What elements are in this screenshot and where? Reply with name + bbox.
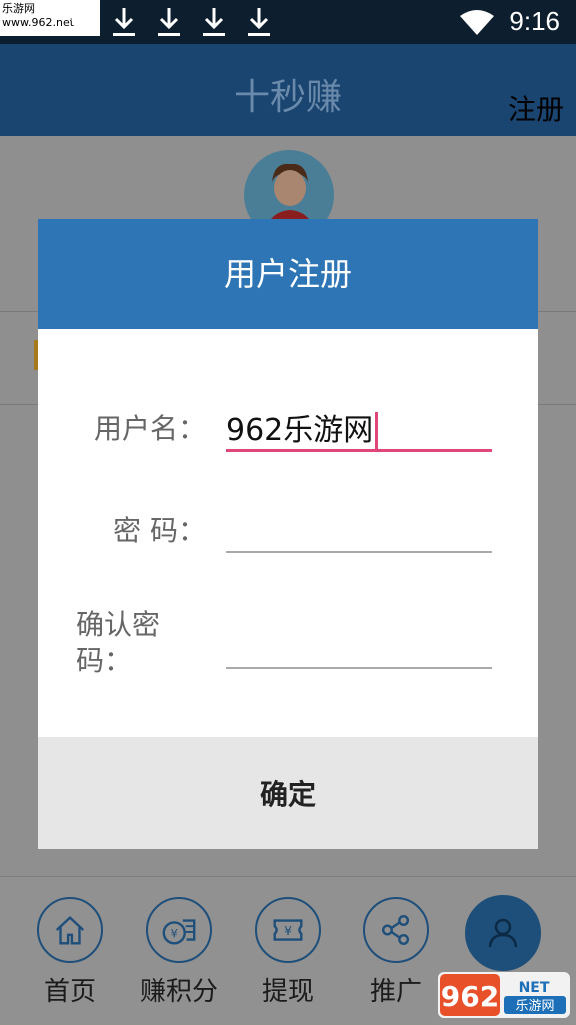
status-time: 9:16 <box>509 6 560 36</box>
confirm-button[interactable]: 确定 <box>38 737 538 849</box>
username-label: 用户名： <box>93 412 206 445</box>
svg-text:962: 962 <box>441 980 499 1013</box>
confirm-password-field[interactable] <box>226 623 492 669</box>
username-value: 962乐游网 <box>226 413 374 448</box>
download-icon <box>155 6 183 38</box>
download-icon <box>110 6 138 38</box>
download-icon <box>66 6 94 38</box>
download-icon <box>200 6 228 38</box>
download-icon <box>245 6 273 38</box>
username-field[interactable]: 962乐游网 <box>226 405 492 452</box>
confirm-password-label: 确认密码： <box>76 608 161 677</box>
password-label: 密 码： <box>113 514 206 547</box>
svg-text:NET: NET <box>519 980 550 996</box>
site-logo: 962 NET 乐游网 <box>438 972 570 1018</box>
register-dialog: 用户注册 用户名： 962乐游网 密 码： 确认密码： 确定 <box>38 219 538 849</box>
wifi-icon <box>460 10 494 36</box>
status-bar: 乐游网 www.962.net 9:16 <box>0 0 576 44</box>
dialog-title: 用户注册 <box>38 219 538 329</box>
svg-text:乐游网: 乐游网 <box>515 999 554 1014</box>
text-cursor <box>375 411 379 452</box>
password-field[interactable] <box>226 507 492 553</box>
